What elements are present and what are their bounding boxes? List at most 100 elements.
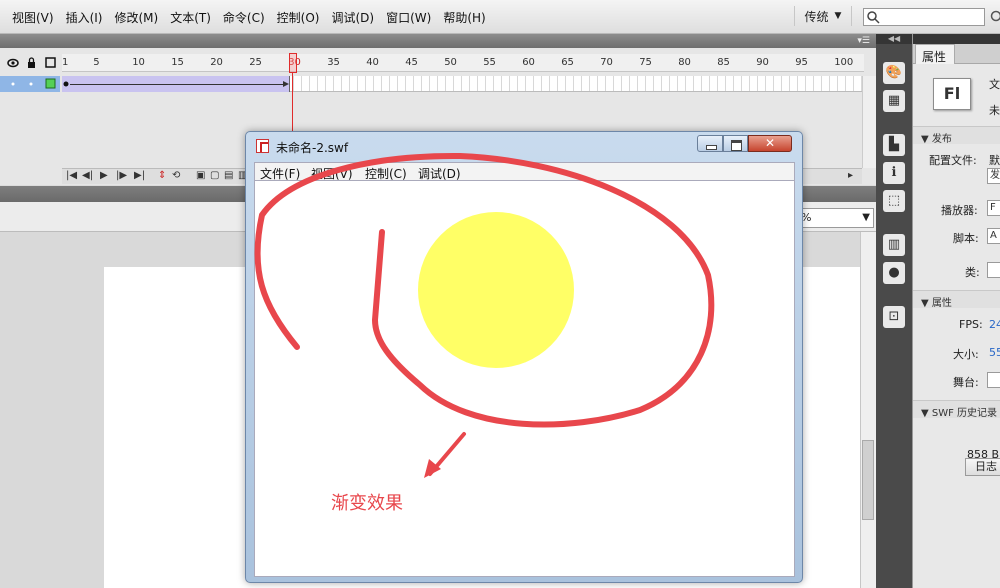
- help-search-input[interactable]: [882, 10, 982, 24]
- menu-text[interactable]: 文本(T): [164, 9, 217, 26]
- color-panel-icon[interactable]: 🎨: [883, 62, 905, 84]
- step-back-icon[interactable]: ◀|: [82, 170, 93, 181]
- swf-menu-view[interactable]: 视图(V): [311, 165, 353, 182]
- menu-items: 视图(V) 插入(I) 修改(M) 文本(T) 命令(C) 控制(O) 调试(D…: [6, 9, 492, 26]
- class-label: 类:: [965, 266, 980, 279]
- menu-commands[interactable]: 命令(C): [217, 9, 271, 26]
- fps-label: FPS:: [959, 318, 983, 331]
- frame-ruler[interactable]: 1 5 10 15 20 25 30 35 40 45 50 55 60 65 70 75 80 85 90 95 10…: [62, 54, 864, 72]
- menu-insert[interactable]: 插入(I): [60, 9, 109, 26]
- frame-label-55: 55: [483, 57, 496, 68]
- workspace-switcher[interactable]: 传统 ▼: [794, 6, 852, 26]
- frame-label-70: 70: [600, 57, 613, 68]
- swf-menu-control[interactable]: 控制(C): [365, 165, 407, 182]
- history-header: SWF 历史记录: [931, 408, 998, 419]
- swf-menu-bar: 文件(F) 视图(V) 控制(C) 调试(D): [254, 162, 795, 181]
- play-icon[interactable]: ▶: [100, 170, 108, 181]
- document-name: 未: [989, 104, 1000, 117]
- align-icon[interactable]: ▙: [883, 134, 905, 156]
- yellow-circle: [418, 212, 574, 368]
- menu-help[interactable]: 帮助(H): [437, 9, 491, 26]
- stage-color-swatch[interactable]: [987, 372, 1000, 388]
- center-frame-icon[interactable]: ⇕: [158, 170, 166, 181]
- properties-panel: 属性 Fl 文 未 ▼ 发布 配置文件: 默 发 播放器: F 脚本: A 类:…: [912, 34, 1000, 588]
- layer-row[interactable]: [0, 76, 60, 92]
- publish-settings-button[interactable]: 发: [987, 168, 1000, 184]
- keyframe-dot-icon: [63, 81, 69, 87]
- components-icon[interactable]: ●: [883, 262, 905, 284]
- frame-label-75: 75: [639, 57, 652, 68]
- stage-vertical-scrollbar[interactable]: [860, 232, 876, 588]
- stage-color-label: 舞台:: [953, 376, 979, 389]
- layer-toolbar: [0, 54, 62, 72]
- menu-modify[interactable]: 修改(M): [108, 9, 164, 26]
- document-label: 文: [989, 78, 1000, 91]
- frame-label-100: 100: [834, 57, 854, 68]
- player-select[interactable]: F: [987, 200, 1000, 216]
- help-search-box[interactable]: [863, 8, 985, 26]
- playhead[interactable]: [289, 53, 297, 73]
- frame-label-15: 15: [171, 57, 184, 68]
- tab-properties[interactable]: 属性: [915, 44, 955, 64]
- library-icon[interactable]: ▥: [883, 234, 905, 256]
- maximize-button[interactable]: [723, 135, 748, 152]
- script-label: 脚本:: [953, 232, 979, 245]
- fps-value[interactable]: 24: [989, 318, 1000, 331]
- layer-color-icon[interactable]: [45, 78, 56, 89]
- chevron-down-icon: ▼: [834, 11, 842, 21]
- layer-row-icons: [11, 78, 56, 89]
- attributes-header: 属性: [931, 298, 952, 309]
- section-publish[interactable]: ▼ 发布: [913, 126, 1000, 145]
- collapse-icon[interactable]: ◀◀: [876, 34, 912, 44]
- swatches-icon[interactable]: ▦: [883, 90, 905, 112]
- section-swf-history[interactable]: ▼ SWF 历史记录: [913, 400, 1000, 419]
- minimize-button[interactable]: [697, 135, 723, 152]
- transform-icon[interactable]: ⬚: [883, 190, 905, 212]
- lock-icon[interactable]: [28, 57, 35, 68]
- window-title: 未命名-2.swf: [276, 141, 349, 155]
- properties-panel-header: [913, 34, 1000, 44]
- onion-skin-icon[interactable]: ▣: [196, 170, 205, 181]
- loop-icon[interactable]: ⟲: [172, 170, 180, 181]
- menu-view[interactable]: 视图(V): [6, 9, 60, 26]
- frame-label-40: 40: [366, 57, 379, 68]
- swf-menu-file[interactable]: 文件(F): [260, 165, 300, 182]
- tween-arrow-head: [283, 81, 289, 87]
- stage-scroll-thumb[interactable]: [862, 440, 874, 520]
- close-button[interactable]: ✕: [748, 135, 792, 152]
- search-icon[interactable]: [990, 9, 1000, 23]
- workspace-label: 传统: [804, 9, 829, 24]
- menu-window[interactable]: 窗口(W): [380, 9, 437, 26]
- zoom-select[interactable]: % ▼: [798, 208, 874, 228]
- swf-menu-debug[interactable]: 调试(D): [418, 165, 461, 182]
- frame-label-65: 65: [561, 57, 574, 68]
- info-icon[interactable]: ℹ: [883, 162, 905, 184]
- onion-outline-icon[interactable]: ▢: [210, 170, 219, 181]
- menu-control[interactable]: 控制(O): [271, 9, 326, 26]
- visibility-dot-icon[interactable]: [11, 82, 15, 86]
- flash-player-icon: [256, 139, 269, 153]
- timeline-title-bar[interactable]: ▾☰: [0, 34, 876, 48]
- outline-icon[interactable]: [45, 57, 56, 68]
- go-first-frame-icon[interactable]: |◀: [66, 170, 77, 181]
- panel-icon-dock: ◀◀ 🎨 ▦ ▙ ℹ ⬚ ▥ ● ⊡: [876, 34, 912, 588]
- step-forward-icon[interactable]: |▶: [116, 170, 127, 181]
- frame-label-1: 1: [62, 57, 69, 68]
- scroll-right-icon[interactable]: ▸: [848, 170, 853, 181]
- motion-presets-icon[interactable]: ⊡: [883, 306, 905, 328]
- lock-dot-icon[interactable]: [29, 82, 33, 86]
- section-attributes[interactable]: ▼ 属性: [913, 290, 1000, 309]
- menu-debug[interactable]: 调试(D): [325, 9, 380, 26]
- eye-icon[interactable]: [7, 58, 19, 68]
- timeline-vertical-scrollbar[interactable]: [862, 76, 876, 168]
- frame-label-50: 50: [444, 57, 457, 68]
- script-select[interactable]: A: [987, 228, 1000, 244]
- frame-label-20: 20: [210, 57, 223, 68]
- frame-label-85: 85: [717, 57, 730, 68]
- edit-multiple-icon[interactable]: ▤: [224, 170, 233, 181]
- size-value[interactable]: 55: [989, 346, 1000, 359]
- chevron-down-icon: ▼: [862, 212, 870, 223]
- class-input[interactable]: [987, 262, 1000, 278]
- go-last-frame-icon[interactable]: ▶|: [134, 170, 145, 181]
- panel-menu-icon[interactable]: ▾☰: [857, 36, 870, 46]
